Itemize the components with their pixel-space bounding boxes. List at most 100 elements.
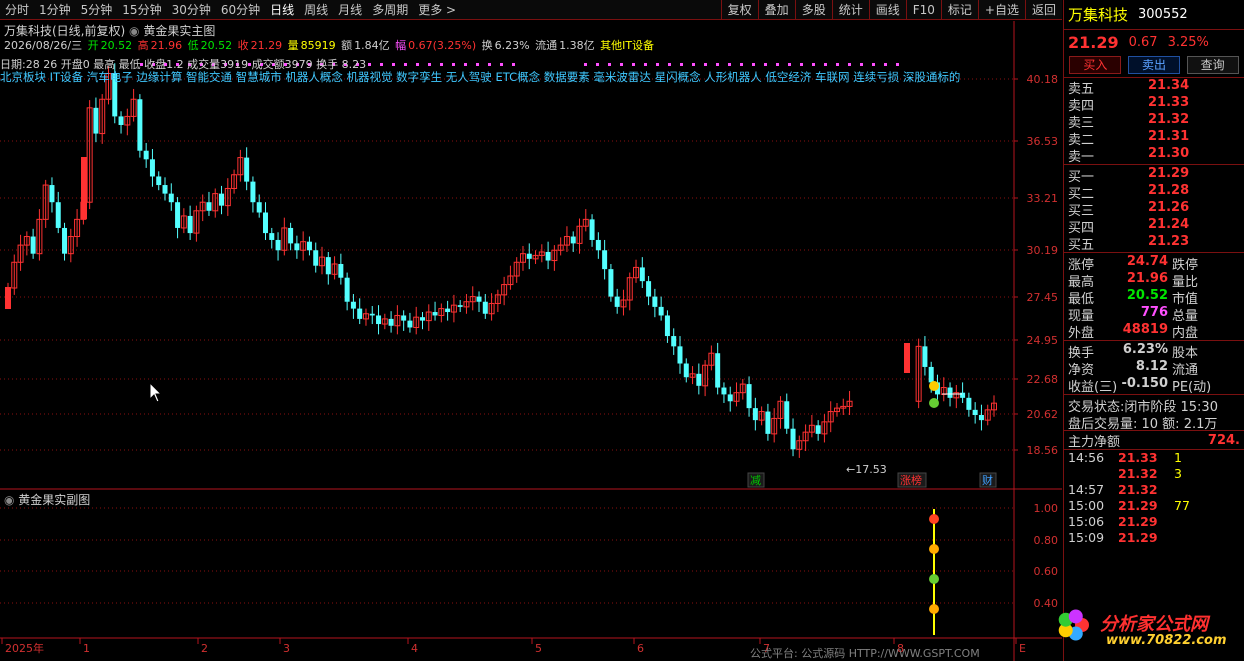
toolbar-button[interactable]: 复权 [720, 0, 758, 20]
signal-dot [704, 63, 707, 66]
candle-body [206, 202, 212, 211]
ohlc-row: 2026/08/26/三 开 20.52 高 21.96 低 20.52 收 21.29… [4, 37, 656, 52]
period-tab[interactable]: 60分钟 [216, 0, 265, 20]
period-toolbar: 分时 1分钟 5分钟 15分钟 30分钟 60分钟 日线 周线 月线 多周期 更多 > 复权 叠加 多股统… [0, 0, 1062, 20]
sub-fruit-icon [929, 514, 939, 524]
stat-label: 现量 [1068, 309, 1095, 324]
candle-body [664, 315, 670, 337]
period-tab[interactable]: 多周期 [367, 0, 413, 20]
tick-time: 14:56 [1068, 450, 1105, 465]
amt-value: 1.84亿 [354, 39, 390, 52]
chart-area[interactable]: 40.18 36.53 33.21 30.19 27.45 24.95 22.68 20.62… [0, 21, 1062, 661]
candle-body [313, 250, 319, 266]
indicator-name[interactable]: 黄金果实主图 [143, 24, 215, 38]
stat-value: 48819 [1122, 322, 1168, 337]
turnover-label: 换 [481, 39, 493, 52]
candle-body [338, 263, 344, 278]
order-book-row[interactable]: 买一 21.29 [1064, 166, 1244, 185]
toolbar-button[interactable]: 画线 [868, 0, 906, 20]
kline-chart[interactable]: 40.18 36.53 33.21 30.19 27.45 24.95 22.68 20.62… [0, 21, 1062, 661]
sub-indicator-dropdown-icon[interactable]: ◉ [4, 493, 18, 507]
tick-time: 14:57 [1068, 482, 1105, 497]
order-book-row[interactable]: 卖四 21.33 [1064, 95, 1244, 114]
indicator-dropdown-icon[interactable]: ◉ [129, 24, 143, 38]
stat-row: 最低 20.52 市值 [1064, 288, 1244, 307]
tick-row: 14:56 21.33 1 [1064, 450, 1244, 466]
stat-label-right: 量比 [1172, 275, 1199, 290]
candle-body [219, 193, 225, 206]
stat-row: 换手 6.23% 股本 [1064, 342, 1244, 361]
sector-label: 其他IT设备 [600, 39, 655, 52]
stat-label-right: 内盘 [1172, 326, 1199, 341]
candle-body [752, 408, 758, 421]
order-book-row[interactable]: 卖一 21.30 [1064, 146, 1244, 165]
order-book-row[interactable]: 卖五 21.34 [1064, 78, 1244, 97]
stat-value: 21.96 [1126, 271, 1168, 286]
stat-row: 最高 21.96 量比 [1064, 271, 1244, 290]
sub-y-tick-label: 1.00 [1034, 502, 1059, 515]
period-tab[interactable]: 更多 > [413, 0, 461, 20]
sub-indicator-name[interactable]: 黄金果实副图 [18, 493, 90, 507]
ask-list: 卖五 21.34 卖四 21.33 卖三 21.32 卖二 21.31 卖一 21.30 [1064, 78, 1244, 165]
y-tick-label: 22.68 [1027, 373, 1059, 386]
toolbar-button[interactable]: 统计 [831, 0, 869, 20]
period-tab[interactable]: 日线 [265, 0, 299, 20]
candle-body [62, 227, 68, 254]
toolbar-button[interactable]: +自选 [977, 0, 1025, 20]
period-tab[interactable]: 1分钟 [34, 0, 76, 20]
order-book-row[interactable]: 卖二 21.31 [1064, 129, 1244, 148]
signal-dot [800, 63, 803, 66]
candle-body [721, 387, 727, 395]
chart-title: 万集科技(日线,前复权) ◉ 黄金果实主图 [4, 22, 215, 38]
period-tab[interactable]: 月线 [333, 0, 367, 20]
toolbar-button[interactable]: 返回 [1024, 0, 1062, 20]
signal-dot [812, 63, 815, 66]
price-change: 0.67 [1128, 34, 1158, 50]
candle-body [149, 159, 155, 177]
x-tick-label: 3 [283, 642, 290, 655]
period-tab[interactable]: 周线 [299, 0, 333, 20]
period-tab[interactable]: 30分钟 [167, 0, 216, 20]
chg-label: 幅 [395, 39, 407, 52]
high-label: 高 [137, 39, 149, 52]
signal-dot [452, 63, 455, 66]
logo-petal [1068, 609, 1083, 624]
signal-dot [884, 63, 887, 66]
signal-dot [440, 63, 443, 66]
period-tab[interactable]: 15分钟 [117, 0, 166, 20]
order-book-row[interactable]: 买二 21.28 [1064, 183, 1244, 202]
main-flow-label: 主力净额 [1068, 434, 1121, 450]
toolbar-button[interactable]: 标记 [940, 0, 978, 20]
sell-button[interactable]: 卖出 [1127, 55, 1180, 74]
order-book-row[interactable]: 买三 21.26 [1064, 200, 1244, 219]
query-button[interactable]: 查询 [1186, 55, 1239, 74]
order-level-label: 买二 [1068, 187, 1095, 202]
candle-body [715, 353, 721, 388]
buy-button[interactable]: 买入 [1069, 55, 1122, 74]
candle-body [30, 236, 36, 254]
stat-row: 净资 8.12 流通 [1064, 359, 1244, 378]
period-tab[interactable]: 分时 [0, 0, 34, 20]
vol-value: 85919 [300, 39, 336, 52]
candle-body [432, 312, 438, 316]
order-book-row[interactable]: 卖三 21.32 [1064, 112, 1244, 131]
candle-body [608, 269, 614, 297]
candle-body [137, 99, 143, 151]
close-label: 收 [237, 39, 249, 52]
toolbar-button[interactable]: 叠加 [757, 0, 795, 20]
candle-body-highlight [904, 343, 910, 373]
close-value: 21.29 [250, 39, 283, 52]
trade-status: 交易状态:闭市阶段 15:30 [1068, 400, 1218, 415]
toolbar-button[interactable]: F10 [905, 0, 941, 20]
watermark-footer: 公式平台: 公式源码 HTTP://WWW.GSPT.COM [750, 647, 980, 660]
period-tab[interactable]: 5分钟 [76, 0, 118, 20]
ohlc-date: 2026/08/26/三 [4, 39, 83, 52]
order-book-row[interactable]: 买四 21.24 [1064, 217, 1244, 236]
order-level-label: 卖一 [1068, 150, 1095, 165]
toolbar-button[interactable]: 多股 [794, 0, 832, 20]
signal-dot [620, 63, 623, 66]
tick-list[interactable]: 14:56 21.33 1 21.32 3 14:57 21.32 15:00 21.29 77 1… [1064, 450, 1244, 546]
chg-value: 0.67(3.25%) [408, 39, 477, 52]
stock-code: 300552 [1138, 7, 1188, 22]
order-book-row[interactable]: 买五 21.23 [1064, 234, 1244, 253]
